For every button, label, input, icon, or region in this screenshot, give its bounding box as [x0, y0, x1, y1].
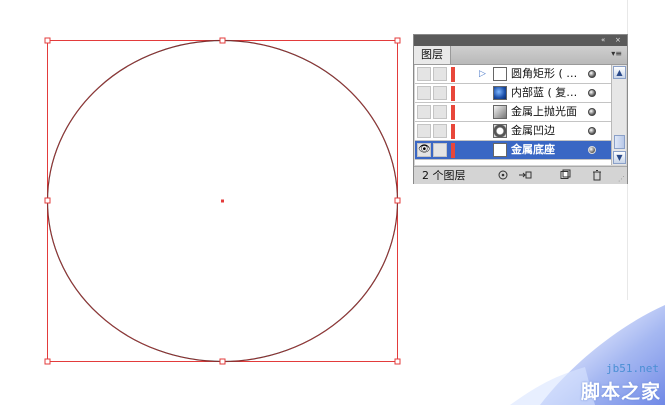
resize-grip-icon[interactable]: ⋰	[618, 175, 625, 183]
watermark-url: jb51.net	[606, 362, 659, 375]
handle-top-left[interactable]	[44, 37, 51, 44]
lock-toggle[interactable]	[433, 143, 447, 157]
layer-list: ▷ 圆角矩形 ( … 内部蓝 ( 复… 金属上抛光面 金属凹边 👁 金属底座	[415, 65, 611, 165]
layer-color-indicator	[451, 143, 455, 158]
layer-row-metal-base[interactable]: 👁 金属底座	[415, 141, 611, 160]
layer-name[interactable]: 金属底座	[511, 141, 555, 159]
panel-tab-row: 图层 ▾≡	[414, 46, 627, 65]
handle-middle-left[interactable]	[44, 197, 51, 204]
layer-row-inner-blue[interactable]: 内部蓝 ( 复…	[415, 84, 611, 103]
layer-color-indicator	[451, 86, 455, 101]
layer-name[interactable]: 内部蓝 ( 复…	[511, 84, 577, 102]
panel-menu-icon[interactable]: ▾≡	[611, 49, 622, 59]
watermark: jb51.net 脚本之家	[500, 305, 665, 405]
visibility-toggle[interactable]	[417, 124, 431, 138]
layer-name[interactable]: 金属凹边	[511, 122, 555, 140]
target-icon[interactable]	[588, 89, 596, 97]
layer-thumbnail	[493, 143, 507, 157]
new-sublayer-icon[interactable]	[518, 169, 532, 182]
visibility-toggle[interactable]	[417, 105, 431, 119]
eye-icon: 👁	[418, 144, 431, 155]
expand-arrow-icon[interactable]: ▷	[479, 68, 486, 80]
collapse-icon[interactable]: «	[601, 35, 605, 46]
scroll-up-icon[interactable]: ▲	[613, 66, 626, 79]
layer-thumbnail	[493, 124, 507, 138]
target-icon[interactable]	[588, 70, 596, 78]
center-point	[221, 199, 224, 203]
target-icon[interactable]	[588, 108, 596, 116]
layer-color-indicator	[451, 67, 455, 82]
layer-row-rounded-rect[interactable]: ▷ 圆角矩形 ( …	[415, 65, 611, 84]
new-layer-icon[interactable]	[558, 169, 572, 182]
visibility-toggle[interactable]	[417, 86, 431, 100]
layer-list-scrollbar[interactable]: ▲ ▼	[611, 65, 626, 165]
handle-top-center[interactable]	[219, 37, 226, 44]
locate-object-icon[interactable]	[496, 169, 510, 182]
layer-name[interactable]: 圆角矩形 ( …	[511, 65, 577, 83]
layer-thumbnail	[493, 105, 507, 119]
handle-bottom-right[interactable]	[394, 358, 401, 365]
handle-bottom-center[interactable]	[219, 358, 226, 365]
lock-toggle[interactable]	[433, 124, 447, 138]
layer-count-label: 2 个图层	[422, 169, 466, 182]
lock-toggle[interactable]	[433, 105, 447, 119]
close-icon[interactable]: ×	[615, 35, 621, 46]
layer-color-indicator	[451, 124, 455, 139]
layer-row-metal-polish[interactable]: 金属上抛光面	[415, 103, 611, 122]
scroll-down-icon[interactable]: ▼	[613, 151, 626, 164]
watermark-text: 脚本之家	[580, 381, 661, 403]
target-icon[interactable]	[588, 146, 596, 154]
trash-icon[interactable]	[590, 169, 604, 182]
handle-bottom-left[interactable]	[44, 358, 51, 365]
handle-middle-right[interactable]	[394, 197, 401, 204]
handle-top-right[interactable]	[394, 37, 401, 44]
lock-toggle[interactable]	[433, 86, 447, 100]
layer-row-metal-bevel[interactable]: 金属凹边	[415, 122, 611, 141]
tab-layers[interactable]: 图层	[414, 46, 451, 64]
target-icon[interactable]	[588, 127, 596, 135]
layers-panel: « × 图层 ▾≡ ▷ 圆角矩形 ( … 内部蓝 ( 复… 金属上抛光面 金属凹…	[413, 34, 628, 184]
layer-thumbnail	[493, 67, 507, 81]
lock-toggle[interactable]	[433, 67, 447, 81]
scroll-thumb[interactable]	[614, 135, 625, 149]
panel-footer: 2 个图层 ⋰	[414, 166, 627, 184]
layer-name[interactable]: 金属上抛光面	[511, 103, 577, 121]
panel-titlebar[interactable]: « ×	[414, 35, 627, 46]
layer-thumbnail	[493, 86, 507, 100]
visibility-toggle[interactable]: 👁	[417, 143, 431, 157]
visibility-toggle[interactable]	[417, 67, 431, 81]
layer-color-indicator	[451, 105, 455, 120]
